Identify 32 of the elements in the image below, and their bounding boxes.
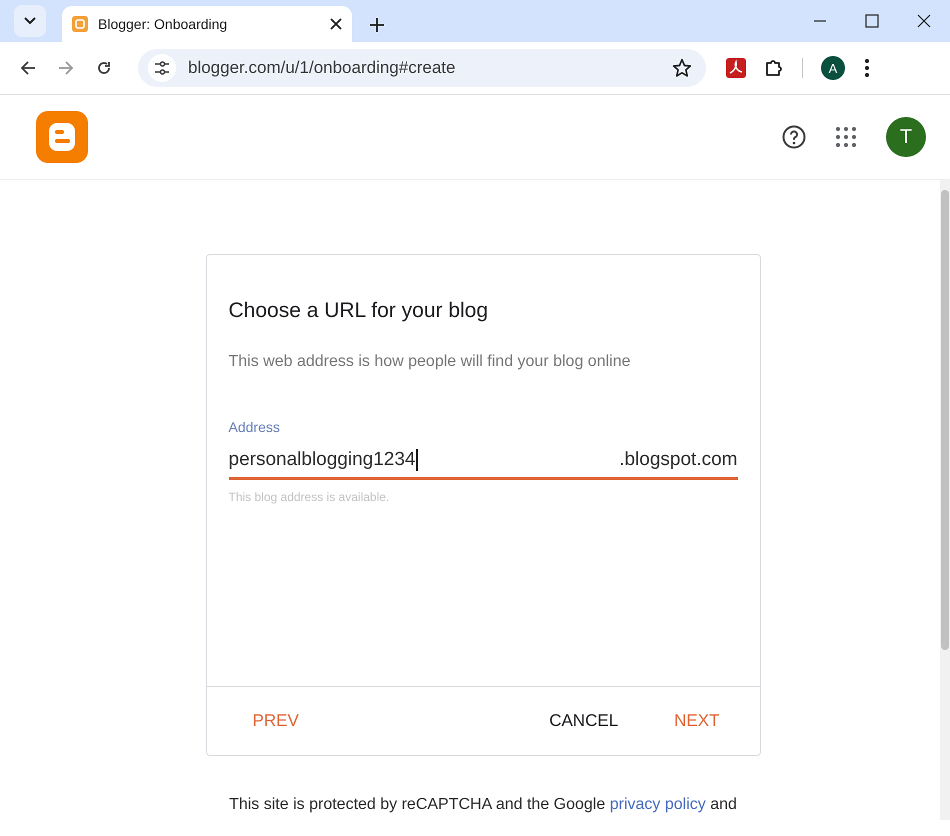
apps-icon[interactable] (836, 127, 856, 147)
help-icon[interactable] (782, 125, 806, 149)
domain-suffix: .blogspot.com (619, 449, 738, 471)
blogger-logo[interactable] (36, 111, 88, 163)
cancel-button[interactable]: CANCEL (539, 705, 628, 737)
scrollbar[interactable] (940, 180, 950, 820)
menu-icon[interactable] (865, 59, 869, 77)
puzzle-icon[interactable] (764, 58, 784, 78)
address-field[interactable]: personalblogging1234 .blogspot.com (228, 449, 738, 480)
address-bar[interactable]: blogger.com/u/1/onboarding#create (138, 49, 706, 87)
new-tab-icon[interactable] (370, 18, 384, 32)
forward-icon[interactable] (58, 60, 74, 76)
star-icon[interactable] (672, 58, 692, 78)
close-icon[interactable] (330, 18, 342, 30)
dialog-subtitle: This web address is how people will find your blog online (228, 353, 632, 371)
close-icon[interactable] (917, 14, 931, 28)
tab-search-button[interactable] (14, 5, 46, 37)
pdf-icon[interactable] (726, 58, 746, 78)
back-icon[interactable] (20, 60, 36, 76)
site-settings-icon[interactable] (154, 61, 170, 75)
field-label: Address (228, 419, 281, 435)
dialog-title: Choose a URL for your blog (228, 299, 490, 323)
blogger-icon (72, 16, 88, 32)
recaptcha-notice: This site is protected by reCAPTCHA and the Google privacy policy and (229, 796, 737, 814)
profile-avatar[interactable]: A (821, 56, 845, 80)
reload-icon[interactable] (96, 60, 112, 76)
privacy-policy-link[interactable]: privacy policy (610, 796, 706, 813)
browser-tab[interactable]: Blogger: Onboarding (62, 6, 352, 42)
account-avatar[interactable]: T (886, 117, 926, 157)
helper-text: This blog address is available. (228, 490, 390, 504)
chevron-icon (24, 17, 36, 25)
maximize-icon[interactable] (865, 14, 879, 28)
